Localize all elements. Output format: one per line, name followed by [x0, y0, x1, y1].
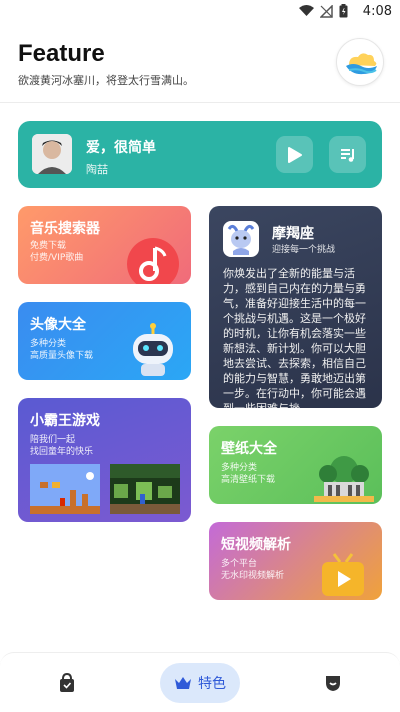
cloud-logo-icon	[346, 53, 377, 75]
signal-off-icon	[320, 4, 333, 18]
playlist-icon	[340, 148, 354, 162]
play-icon	[287, 146, 302, 163]
shield-icon	[326, 676, 340, 691]
music-player-card[interactable]: 爱，很简单 陶喆	[18, 121, 382, 188]
card-line1: 免费下载	[30, 241, 67, 251]
card-line1: 多种分类	[30, 339, 67, 349]
play-button[interactable]	[276, 136, 313, 173]
wallpaper-card[interactable]: 壁纸大全 多种分类 高清壁纸下载	[209, 426, 382, 504]
card-line1: 多种分类	[221, 463, 258, 473]
tv-play-icon	[322, 553, 364, 596]
card-line2: 高质量头像下载	[30, 351, 94, 361]
capricorn-icon	[227, 224, 255, 255]
avatar-card[interactable]: 头像大全 多种分类 高质量头像下载	[18, 302, 191, 380]
wifi-icon	[299, 5, 314, 16]
nav-item-feature[interactable]: 特色	[160, 663, 240, 703]
card-title: 短视频解析	[221, 537, 291, 553]
song-artist: 陶喆	[86, 163, 108, 176]
card-title: 头像大全	[30, 317, 86, 333]
card-line2: 付费/VIP歌曲	[30, 253, 84, 263]
nav-active-label: 特色	[198, 676, 226, 692]
album-avatar	[32, 134, 72, 174]
horoscope-text: 你焕发出了全新的能量与活力，感到自己内在的力量与勇气，准备好迎接生活中的每一个挑…	[223, 267, 366, 408]
status-icons	[299, 4, 348, 18]
header-divider	[0, 102, 400, 103]
nav-item-profile[interactable]	[318, 663, 348, 703]
horoscope-subtitle: 迎接每一个挑战	[272, 245, 336, 255]
card-line2: 高清壁纸下载	[221, 475, 276, 485]
status-bar: 4:08	[0, 0, 400, 26]
card-line2: 无水印视频解析	[221, 571, 285, 581]
horoscope-title: 摩羯座	[272, 226, 314, 242]
landscape-icon	[314, 456, 374, 502]
singer-portrait-icon	[32, 134, 72, 174]
page-header: Feature 欲渡黄河冰塞川，将登太行雪满山。	[18, 40, 194, 88]
nav-item-shop[interactable]	[52, 663, 82, 703]
mario-screenshot-icon	[30, 464, 100, 514]
card-title: 壁纸大全	[221, 441, 277, 457]
card-line2: 找回童年的快乐	[30, 447, 94, 457]
music-search-card[interactable]: 音乐搜索器 免费下载 付费/VIP歌曲	[18, 206, 191, 284]
robot-icon	[133, 323, 173, 376]
horoscope-card[interactable]: 摩羯座 迎接每一个挑战 你焕发出了全新的能量与活力，感到自己内在的力量与勇气，准…	[209, 206, 382, 408]
music-note-icon	[127, 238, 179, 284]
status-time: 4:08	[362, 4, 392, 19]
capricorn-avatar	[223, 221, 259, 257]
card-title: 音乐搜索器	[30, 221, 100, 237]
card-line1: 多个平台	[221, 559, 258, 569]
playlist-button[interactable]	[329, 136, 366, 173]
page-subtitle: 欲渡黄河冰塞川，将登太行雪满山。	[18, 74, 194, 87]
bottom-nav: 特色	[0, 652, 400, 712]
page-title: Feature	[18, 40, 105, 67]
card-line1: 陪我们一起	[30, 435, 76, 445]
short-video-card[interactable]: 短视频解析 多个平台 无水印视频解析	[209, 522, 382, 600]
app-logo[interactable]	[336, 38, 384, 86]
battery-icon	[339, 4, 348, 18]
contra-screenshot-icon	[110, 464, 180, 514]
bag-icon	[60, 673, 74, 692]
game-card[interactable]: 小霸王游戏 陪我们一起 找回童年的快乐	[18, 398, 191, 522]
crown-icon	[175, 677, 191, 689]
song-title: 爱，很简单	[86, 140, 156, 156]
card-title: 小霸王游戏	[30, 413, 100, 429]
